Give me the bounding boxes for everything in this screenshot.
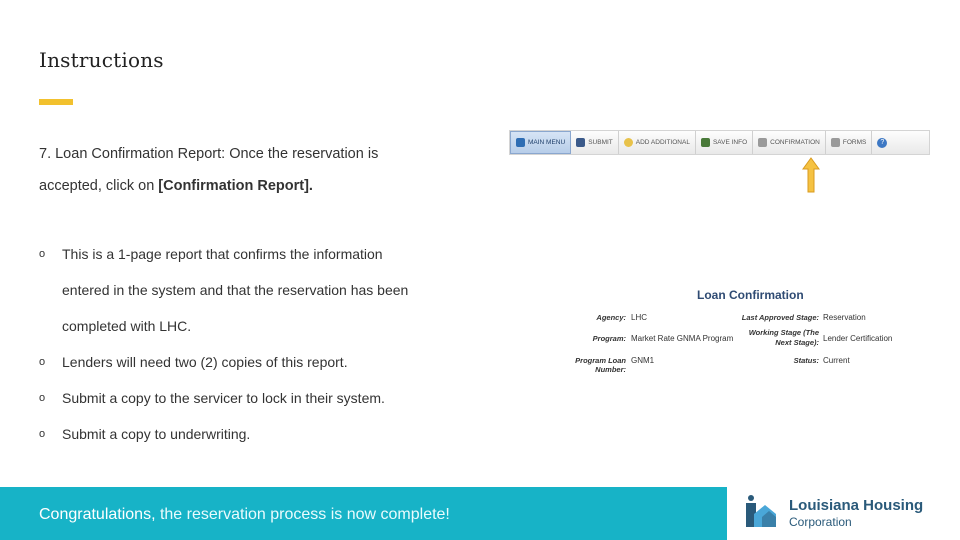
step-text: 7. Loan Confirmation Report: Once the re… [39, 146, 379, 162]
footer-rest: the reservation process is now complete! [155, 506, 450, 523]
app-toolbar: Main Menu Submit Add Additional Save Inf… [509, 130, 930, 155]
add-icon [623, 138, 633, 147]
printer-icon [758, 138, 768, 147]
bullet-mark: o [39, 356, 46, 368]
program-label: Program: [592, 334, 626, 343]
house-logo-icon [746, 495, 776, 527]
bullet-text: Submit a copy to underwriting. [62, 426, 251, 442]
working-stage-label-2: Next Stage): [775, 338, 819, 347]
save-icon [700, 138, 710, 147]
up-arrow-icon [802, 157, 820, 193]
logo-name-line-1: Louisiana Housing [789, 497, 924, 514]
main-menu-icon [516, 138, 525, 147]
step-text-prefix: accepted, click on [39, 178, 159, 194]
bullet-mark: o [39, 392, 46, 404]
bullet-text: entered in the system and that the reser… [62, 282, 409, 298]
agency-label: Agency: [596, 313, 626, 322]
save-disk-icon [576, 138, 586, 147]
forms-label: Forms [842, 139, 867, 146]
main-menu-label: Main Menu [528, 139, 566, 146]
bullet-text: completed with LHC. [62, 318, 192, 334]
agency-value: LHC [631, 313, 648, 322]
submit-label: Submit [588, 139, 613, 146]
bullet-text: This is a 1-page report that confirms th… [62, 246, 383, 262]
add-additional-button[interactable]: Add Additional [619, 131, 696, 154]
loan-number-label: Program Loan Number: [575, 356, 626, 374]
footer-message: Congratulations, the reservation process… [39, 506, 450, 524]
last-stage-label: Last Approved Stage: [741, 313, 819, 322]
save-info-button[interactable]: Save Info [696, 131, 754, 154]
logo-name-line-2: Corporation [789, 515, 852, 529]
confirmation-button[interactable]: Confirmation [753, 131, 826, 154]
bullet-mark: o [39, 428, 46, 440]
loan-number-value: GNM1 [631, 356, 655, 365]
slide-title: Instructions [39, 48, 164, 72]
submit-button[interactable]: Submit [571, 131, 619, 154]
working-stage-value: Lender Certification [823, 334, 893, 343]
help-button[interactable]: ? [872, 131, 892, 154]
footer-bold: Congratulations, [39, 506, 156, 523]
accent-bar [39, 99, 73, 105]
program-value: Market Rate GNMA Program [631, 334, 734, 343]
working-stage-label: Working Stage (The [748, 328, 819, 337]
main-menu-button[interactable]: Main Menu [510, 131, 572, 154]
status-value: Current [823, 356, 850, 365]
forms-button[interactable]: Forms [826, 131, 873, 154]
step-text-bold: [Confirmation Report]. [158, 178, 313, 194]
bullet-mark: o [39, 248, 46, 260]
help-icon: ? [877, 137, 888, 148]
loan-confirmation-title: Loan Confirmation [697, 288, 804, 302]
save-info-label: Save Info [712, 139, 748, 146]
add-additional-label: Add Additional [635, 139, 690, 146]
printer-icon [830, 138, 840, 147]
step-text-line-2: accepted, click on [Confirmation Report]… [39, 178, 459, 194]
bullet-text: Submit a copy to the servicer to lock in… [62, 390, 385, 406]
last-stage-value: Reservation [823, 313, 866, 322]
confirmation-label: Confirmation [770, 139, 820, 146]
bullet-text: Lenders will need two (2) copies of this… [62, 354, 348, 370]
status-label: Status: [793, 356, 819, 365]
